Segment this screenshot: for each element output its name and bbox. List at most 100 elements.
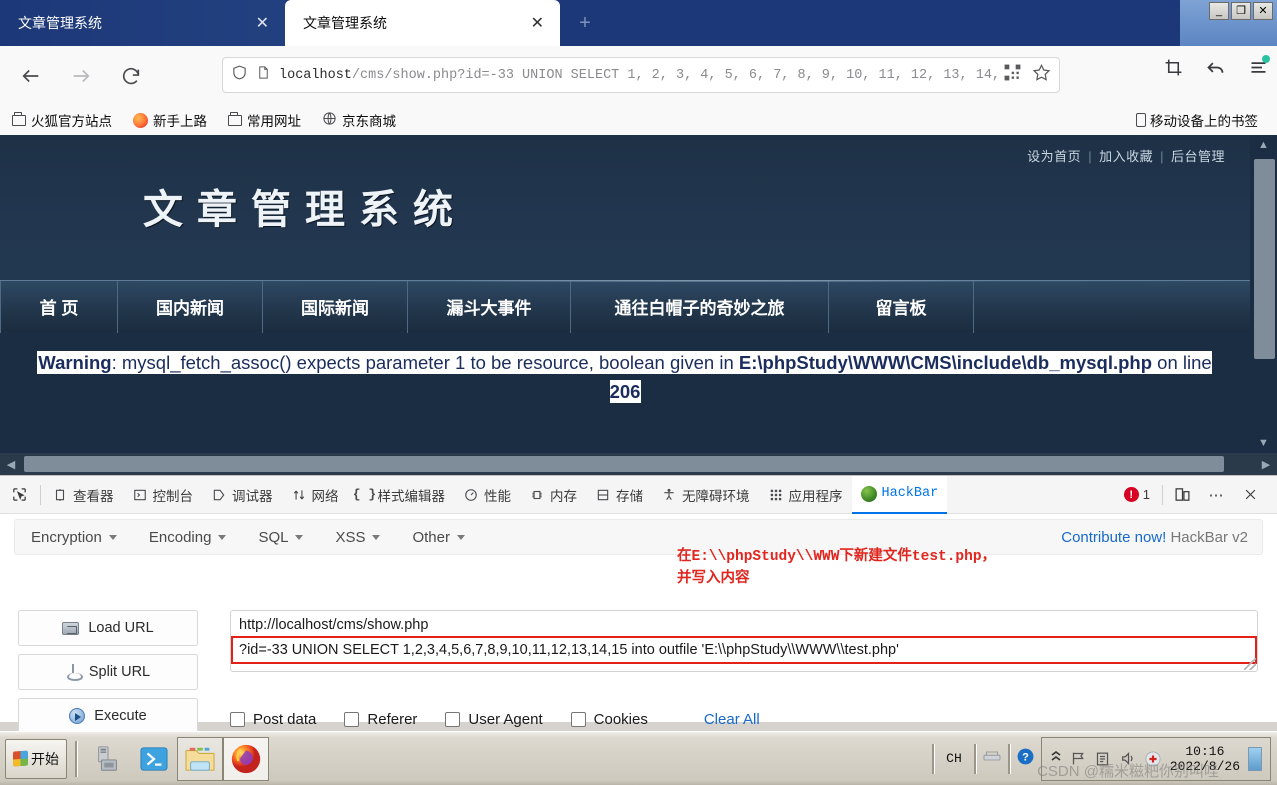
checkbox-box[interactable] xyxy=(570,712,586,727)
qr-code-icon[interactable] xyxy=(1003,63,1022,87)
devtools-tab-label: 存储 xyxy=(616,488,643,504)
browser-tab-2[interactable]: 文章管理系统 ✕ xyxy=(285,0,560,46)
devtools-tab-accessibility[interactable]: 无障碍环境 xyxy=(652,476,759,514)
element-picker-icon[interactable] xyxy=(0,486,38,503)
page-icon[interactable] xyxy=(256,64,271,86)
mobile-device-icon xyxy=(1136,113,1146,127)
user-agent-checkbox[interactable]: User Agent xyxy=(445,711,543,728)
scroll-left-icon[interactable]: ◀ xyxy=(0,453,22,475)
load-url-button[interactable]: Load URL xyxy=(18,610,198,646)
bookmark-item-1[interactable]: 新手上路 xyxy=(124,110,216,130)
taskbar-item-powershell[interactable] xyxy=(131,737,177,781)
reload-icon[interactable] xyxy=(112,57,150,95)
taskbar-item-explorer[interactable] xyxy=(177,736,223,781)
devtools-tab-memory[interactable]: 内存 xyxy=(520,476,586,514)
close-icon[interactable]: ✕ xyxy=(250,13,275,33)
browser-tab-1[interactable]: 文章管理系统 ✕ xyxy=(0,0,285,46)
close-icon[interactable]: ✕ xyxy=(525,13,550,33)
devtools-tab-style-editor[interactable]: { } 样式编辑器 xyxy=(348,476,455,514)
responsive-design-icon[interactable] xyxy=(1165,476,1199,514)
site-nav-item-whitehat[interactable]: 通往白帽子的奇妙之旅 xyxy=(571,280,829,333)
referer-checkbox[interactable]: Referer xyxy=(344,711,417,728)
antivirus-tray-icon[interactable] xyxy=(1145,751,1162,767)
add-favorite-link[interactable]: 加入收藏 xyxy=(1092,149,1160,164)
devtools-tab-storage[interactable]: 存储 xyxy=(586,476,652,514)
scroll-up-icon[interactable]: ▲ xyxy=(1250,135,1277,155)
load-url-icon xyxy=(62,621,80,635)
resize-handle[interactable] xyxy=(1244,658,1256,670)
site-nav-item-international[interactable]: 国际新闻 xyxy=(263,280,408,333)
checkbox-box[interactable] xyxy=(344,712,360,727)
security-tray-icon[interactable] xyxy=(1095,751,1112,766)
new-tab-button[interactable]: + xyxy=(572,12,598,36)
undo-icon[interactable] xyxy=(1205,57,1226,83)
set-homepage-link[interactable]: 设为首页 xyxy=(1020,149,1088,164)
hackbar-menu-sql[interactable]: SQL xyxy=(242,529,319,546)
taskbar-item-firefox[interactable] xyxy=(223,736,269,781)
hackbar-menu-encoding[interactable]: Encoding xyxy=(133,529,243,546)
site-nav-item-events[interactable]: 漏斗大事件 xyxy=(408,280,571,333)
scroll-down-icon[interactable]: ▼ xyxy=(1250,433,1277,453)
url-text[interactable]: localhost/cms/show.php?id=-33 UNION SELE… xyxy=(279,68,997,83)
vertical-scroll-thumb[interactable] xyxy=(1254,159,1275,359)
devtools-tab-application[interactable]: 应用程序 xyxy=(759,476,852,514)
checkbox-box[interactable] xyxy=(445,712,461,727)
page-horizontal-scrollbar[interactable]: ◀ ▶ xyxy=(0,453,1277,475)
screenshot-icon[interactable] xyxy=(1164,58,1183,82)
hackbar-url-textarea[interactable]: http://localhost/cms/show.php ?id=-33 UN… xyxy=(230,610,1258,672)
split-url-button[interactable]: Split URL xyxy=(18,654,198,690)
url-bar[interactable]: localhost/cms/show.php?id=-33 UNION SELE… xyxy=(222,57,1060,93)
site-nav-item-home[interactable]: 首 页 xyxy=(0,280,118,333)
execute-button[interactable]: Execute xyxy=(18,698,198,734)
shield-icon[interactable] xyxy=(231,64,248,86)
cookies-label: Cookies xyxy=(593,711,648,728)
post-data-checkbox[interactable]: Post data xyxy=(230,711,316,728)
site-nav-item-guestbook[interactable]: 留言板 xyxy=(829,280,974,333)
devtools-tab-inspector[interactable]: 查看器 xyxy=(43,476,123,514)
hackbar-contribute-area: Contribute now! HackBar v2 xyxy=(1061,529,1262,546)
help-tray-icon[interactable]: ? xyxy=(1016,747,1035,771)
app-menu-icon[interactable] xyxy=(1248,55,1270,83)
bookmark-item-2[interactable]: 常用网址 xyxy=(219,110,310,130)
volume-tray-icon[interactable] xyxy=(1120,751,1137,766)
star-icon[interactable] xyxy=(1032,63,1051,87)
devtools-tab-console[interactable]: 控制台 xyxy=(123,476,203,514)
tray-divider xyxy=(1007,743,1010,774)
more-options-icon[interactable]: ⋯ xyxy=(1199,476,1233,514)
window-controls: _ ❐ ✕ xyxy=(1209,2,1273,20)
page-vertical-scrollbar[interactable]: ▲ ▼ xyxy=(1250,135,1277,453)
horizontal-scroll-thumb[interactable] xyxy=(24,456,1224,472)
start-button[interactable]: 开始 xyxy=(5,738,67,779)
hackbar-menu-encryption[interactable]: Encryption xyxy=(15,529,133,546)
hackbar-menu-other[interactable]: Other xyxy=(396,529,481,546)
show-desktop-button[interactable] xyxy=(1248,746,1262,771)
admin-link[interactable]: 后台管理 xyxy=(1164,149,1232,164)
back-icon[interactable] xyxy=(12,57,50,95)
show-hidden-icons-icon[interactable] xyxy=(1050,749,1062,768)
devtools-tab-performance[interactable]: 性能 xyxy=(454,476,520,514)
start-label: 开始 xyxy=(31,750,59,767)
error-count-badge[interactable]: ! 1 xyxy=(1114,487,1160,502)
minimize-button[interactable]: _ xyxy=(1209,2,1229,20)
devtools-tab-debugger[interactable]: 调试器 xyxy=(202,476,282,514)
mobile-bookmarks-item[interactable]: 移动设备上的书签 xyxy=(1127,110,1267,130)
restore-button[interactable]: ❐ xyxy=(1231,2,1251,20)
clear-all-link[interactable]: Clear All xyxy=(704,711,760,728)
network-tray-icon[interactable] xyxy=(982,748,1002,769)
bookmark-item-3[interactable]: 京东商城 xyxy=(313,110,405,130)
taskbar-clock[interactable]: 10:16 2022/8/26 xyxy=(1170,744,1240,774)
bookmark-item-0[interactable]: 火狐官方站点 xyxy=(3,110,121,130)
close-window-button[interactable]: ✕ xyxy=(1253,2,1273,20)
checkbox-box[interactable] xyxy=(230,712,245,727)
site-nav-item-domestic[interactable]: 国内新闻 xyxy=(118,280,263,333)
close-devtools-icon[interactable] xyxy=(1233,476,1267,514)
input-method-indicator[interactable]: CH xyxy=(940,751,968,766)
hackbar-menu-xss[interactable]: XSS xyxy=(319,529,396,546)
devtools-tab-network[interactable]: 网络 xyxy=(282,476,348,514)
contribute-link[interactable]: Contribute now! xyxy=(1061,529,1166,546)
flag-tray-icon[interactable] xyxy=(1070,751,1087,766)
cookies-checkbox[interactable]: Cookies xyxy=(570,711,648,728)
devtools-tab-hackbar[interactable]: HackBar xyxy=(851,475,948,514)
scroll-right-icon[interactable]: ▶ xyxy=(1255,453,1277,475)
taskbar-item-computer[interactable] xyxy=(85,737,131,781)
